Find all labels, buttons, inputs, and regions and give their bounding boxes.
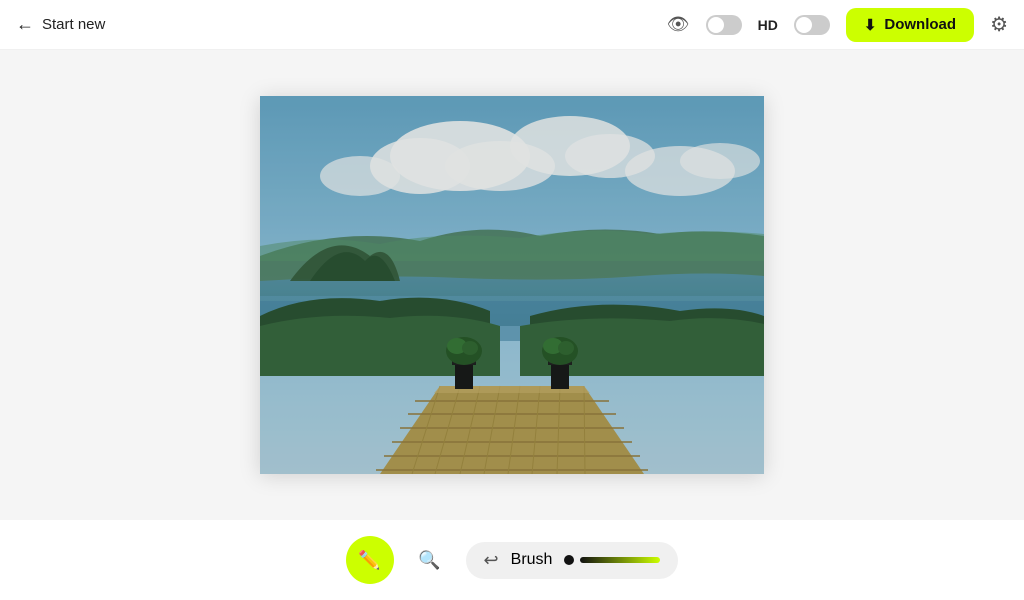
app-header: ← Start new 👁 HD ⬇ Download ⚙ bbox=[0, 0, 1024, 50]
brush-tool-button[interactable]: ✏️ bbox=[346, 536, 394, 584]
back-arrow-icon: ← bbox=[16, 14, 34, 35]
download-icon: ⬇ bbox=[864, 16, 877, 34]
brush-track[interactable] bbox=[580, 557, 660, 563]
settings-icon[interactable]: ⚙ bbox=[990, 12, 1008, 37]
brush-dot bbox=[564, 555, 574, 565]
preview-toggle[interactable] bbox=[706, 15, 742, 35]
brush-panel: ↩ Brush bbox=[466, 542, 679, 579]
image-canvas bbox=[260, 96, 764, 474]
header-controls: 👁 HD ⬇ Download ⚙ bbox=[667, 8, 1008, 42]
brush-size-control[interactable] bbox=[564, 555, 660, 565]
hd-label: HD bbox=[758, 17, 778, 33]
start-new-button[interactable]: ← Start new bbox=[16, 14, 105, 35]
start-new-label: Start new bbox=[42, 16, 105, 33]
hd-toggle[interactable] bbox=[794, 15, 830, 35]
download-label: Download bbox=[884, 16, 956, 33]
search-tool-icon: 🔍 bbox=[418, 550, 440, 571]
landscape-image bbox=[260, 96, 764, 474]
eye-icon[interactable]: 👁 bbox=[667, 14, 690, 35]
undo-button[interactable]: ↩ bbox=[484, 550, 499, 571]
bottom-toolbar: ✏️ 🔍 ↩ Brush bbox=[0, 520, 1024, 600]
main-canvas-area bbox=[0, 50, 1024, 520]
brush-label: Brush bbox=[511, 551, 553, 569]
hd-toggle-wrap bbox=[794, 15, 830, 35]
search-tool-button[interactable]: 🔍 bbox=[406, 536, 454, 584]
undo-icon: ↩ bbox=[484, 550, 499, 570]
download-button[interactable]: ⬇ Download bbox=[846, 8, 974, 42]
preview-toggle-wrap bbox=[706, 15, 742, 35]
brush-tool-icon: ✏️ bbox=[358, 550, 380, 571]
